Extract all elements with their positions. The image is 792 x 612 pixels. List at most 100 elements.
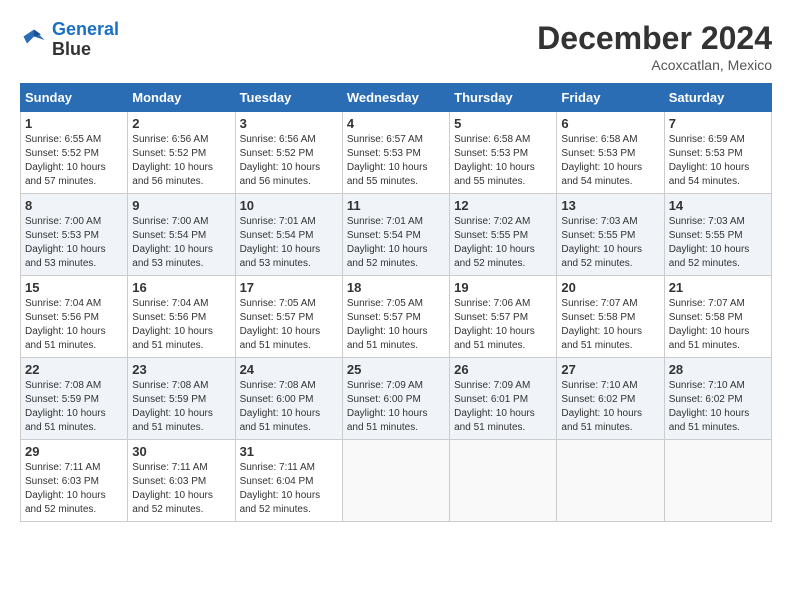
title-block: December 2024 Acoxcatlan, Mexico — [537, 20, 772, 73]
calendar-cell: 28 Sunrise: 7:10 AM Sunset: 6:02 PM Dayl… — [664, 358, 771, 440]
calendar-cell: 6 Sunrise: 6:58 AM Sunset: 5:53 PM Dayli… — [557, 112, 664, 194]
day-info: Sunrise: 6:56 AM Sunset: 5:52 PM Dayligh… — [240, 133, 338, 189]
day-number: 2 — [132, 116, 230, 131]
calendar-cell — [450, 440, 557, 522]
month-title: December 2024 — [537, 20, 772, 57]
day-number: 4 — [347, 116, 445, 131]
logo: General Blue — [20, 20, 119, 60]
day-info: Sunrise: 7:00 AM Sunset: 5:53 PM Dayligh… — [25, 215, 123, 271]
calendar-cell: 7 Sunrise: 6:59 AM Sunset: 5:53 PM Dayli… — [664, 112, 771, 194]
col-saturday: Saturday — [664, 84, 771, 112]
location: Acoxcatlan, Mexico — [537, 57, 772, 73]
day-number: 11 — [347, 198, 445, 213]
calendar-cell: 10 Sunrise: 7:01 AM Sunset: 5:54 PM Dayl… — [235, 194, 342, 276]
day-info: Sunrise: 6:59 AM Sunset: 5:53 PM Dayligh… — [669, 133, 767, 189]
calendar-week-row: 29 Sunrise: 7:11 AM Sunset: 6:03 PM Dayl… — [21, 440, 772, 522]
logo-icon — [20, 26, 48, 54]
page-header: General Blue December 2024 Acoxcatlan, M… — [20, 20, 772, 73]
day-number: 26 — [454, 362, 552, 377]
day-number: 16 — [132, 280, 230, 295]
day-info: Sunrise: 7:05 AM Sunset: 5:57 PM Dayligh… — [347, 297, 445, 353]
col-thursday: Thursday — [450, 84, 557, 112]
col-tuesday: Tuesday — [235, 84, 342, 112]
calendar-cell: 2 Sunrise: 6:56 AM Sunset: 5:52 PM Dayli… — [128, 112, 235, 194]
day-number: 25 — [347, 362, 445, 377]
day-info: Sunrise: 7:08 AM Sunset: 6:00 PM Dayligh… — [240, 379, 338, 435]
day-number: 23 — [132, 362, 230, 377]
calendar-week-row: 22 Sunrise: 7:08 AM Sunset: 5:59 PM Dayl… — [21, 358, 772, 440]
day-info: Sunrise: 6:55 AM Sunset: 5:52 PM Dayligh… — [25, 133, 123, 189]
day-info: Sunrise: 7:01 AM Sunset: 5:54 PM Dayligh… — [347, 215, 445, 271]
day-info: Sunrise: 6:58 AM Sunset: 5:53 PM Dayligh… — [561, 133, 659, 189]
day-number: 14 — [669, 198, 767, 213]
col-wednesday: Wednesday — [342, 84, 449, 112]
day-info: Sunrise: 6:56 AM Sunset: 5:52 PM Dayligh… — [132, 133, 230, 189]
calendar-cell: 11 Sunrise: 7:01 AM Sunset: 5:54 PM Dayl… — [342, 194, 449, 276]
day-number: 29 — [25, 444, 123, 459]
day-number: 13 — [561, 198, 659, 213]
day-info: Sunrise: 7:11 AM Sunset: 6:04 PM Dayligh… — [240, 461, 338, 517]
day-number: 9 — [132, 198, 230, 213]
day-info: Sunrise: 7:10 AM Sunset: 6:02 PM Dayligh… — [561, 379, 659, 435]
calendar-table: Sunday Monday Tuesday Wednesday Thursday… — [20, 83, 772, 522]
day-info: Sunrise: 7:01 AM Sunset: 5:54 PM Dayligh… — [240, 215, 338, 271]
day-number: 31 — [240, 444, 338, 459]
calendar-week-row: 15 Sunrise: 7:04 AM Sunset: 5:56 PM Dayl… — [21, 276, 772, 358]
calendar-cell: 5 Sunrise: 6:58 AM Sunset: 5:53 PM Dayli… — [450, 112, 557, 194]
calendar-cell: 1 Sunrise: 6:55 AM Sunset: 5:52 PM Dayli… — [21, 112, 128, 194]
calendar-cell: 13 Sunrise: 7:03 AM Sunset: 5:55 PM Dayl… — [557, 194, 664, 276]
day-number: 5 — [454, 116, 552, 131]
calendar-cell: 3 Sunrise: 6:56 AM Sunset: 5:52 PM Dayli… — [235, 112, 342, 194]
calendar-cell: 29 Sunrise: 7:11 AM Sunset: 6:03 PM Dayl… — [21, 440, 128, 522]
calendar-cell: 31 Sunrise: 7:11 AM Sunset: 6:04 PM Dayl… — [235, 440, 342, 522]
calendar-cell: 30 Sunrise: 7:11 AM Sunset: 6:03 PM Dayl… — [128, 440, 235, 522]
calendar-cell — [342, 440, 449, 522]
col-friday: Friday — [557, 84, 664, 112]
day-info: Sunrise: 7:11 AM Sunset: 6:03 PM Dayligh… — [25, 461, 123, 517]
calendar-header-row: Sunday Monday Tuesday Wednesday Thursday… — [21, 84, 772, 112]
calendar-cell: 12 Sunrise: 7:02 AM Sunset: 5:55 PM Dayl… — [450, 194, 557, 276]
day-info: Sunrise: 7:08 AM Sunset: 5:59 PM Dayligh… — [132, 379, 230, 435]
day-number: 27 — [561, 362, 659, 377]
calendar-cell: 14 Sunrise: 7:03 AM Sunset: 5:55 PM Dayl… — [664, 194, 771, 276]
day-number: 7 — [669, 116, 767, 131]
day-number: 8 — [25, 198, 123, 213]
calendar-cell — [664, 440, 771, 522]
logo-text: General Blue — [52, 20, 119, 60]
day-info: Sunrise: 7:10 AM Sunset: 6:02 PM Dayligh… — [669, 379, 767, 435]
day-info: Sunrise: 7:03 AM Sunset: 5:55 PM Dayligh… — [561, 215, 659, 271]
day-number: 17 — [240, 280, 338, 295]
day-info: Sunrise: 7:06 AM Sunset: 5:57 PM Dayligh… — [454, 297, 552, 353]
day-number: 6 — [561, 116, 659, 131]
calendar-cell: 26 Sunrise: 7:09 AM Sunset: 6:01 PM Dayl… — [450, 358, 557, 440]
col-sunday: Sunday — [21, 84, 128, 112]
day-number: 12 — [454, 198, 552, 213]
calendar-cell: 4 Sunrise: 6:57 AM Sunset: 5:53 PM Dayli… — [342, 112, 449, 194]
day-number: 10 — [240, 198, 338, 213]
calendar-cell: 27 Sunrise: 7:10 AM Sunset: 6:02 PM Dayl… — [557, 358, 664, 440]
calendar-week-row: 1 Sunrise: 6:55 AM Sunset: 5:52 PM Dayli… — [21, 112, 772, 194]
day-number: 20 — [561, 280, 659, 295]
day-number: 22 — [25, 362, 123, 377]
day-number: 28 — [669, 362, 767, 377]
calendar-cell: 15 Sunrise: 7:04 AM Sunset: 5:56 PM Dayl… — [21, 276, 128, 358]
day-info: Sunrise: 6:58 AM Sunset: 5:53 PM Dayligh… — [454, 133, 552, 189]
day-info: Sunrise: 7:08 AM Sunset: 5:59 PM Dayligh… — [25, 379, 123, 435]
calendar-cell: 21 Sunrise: 7:07 AM Sunset: 5:58 PM Dayl… — [664, 276, 771, 358]
day-info: Sunrise: 7:04 AM Sunset: 5:56 PM Dayligh… — [132, 297, 230, 353]
day-info: Sunrise: 6:57 AM Sunset: 5:53 PM Dayligh… — [347, 133, 445, 189]
col-monday: Monday — [128, 84, 235, 112]
day-number: 30 — [132, 444, 230, 459]
day-info: Sunrise: 7:09 AM Sunset: 6:00 PM Dayligh… — [347, 379, 445, 435]
calendar-cell: 20 Sunrise: 7:07 AM Sunset: 5:58 PM Dayl… — [557, 276, 664, 358]
day-number: 19 — [454, 280, 552, 295]
calendar-cell: 9 Sunrise: 7:00 AM Sunset: 5:54 PM Dayli… — [128, 194, 235, 276]
calendar-cell — [557, 440, 664, 522]
day-info: Sunrise: 7:07 AM Sunset: 5:58 PM Dayligh… — [669, 297, 767, 353]
day-number: 15 — [25, 280, 123, 295]
day-info: Sunrise: 7:05 AM Sunset: 5:57 PM Dayligh… — [240, 297, 338, 353]
day-info: Sunrise: 7:00 AM Sunset: 5:54 PM Dayligh… — [132, 215, 230, 271]
day-info: Sunrise: 7:09 AM Sunset: 6:01 PM Dayligh… — [454, 379, 552, 435]
calendar-cell: 25 Sunrise: 7:09 AM Sunset: 6:00 PM Dayl… — [342, 358, 449, 440]
day-number: 18 — [347, 280, 445, 295]
